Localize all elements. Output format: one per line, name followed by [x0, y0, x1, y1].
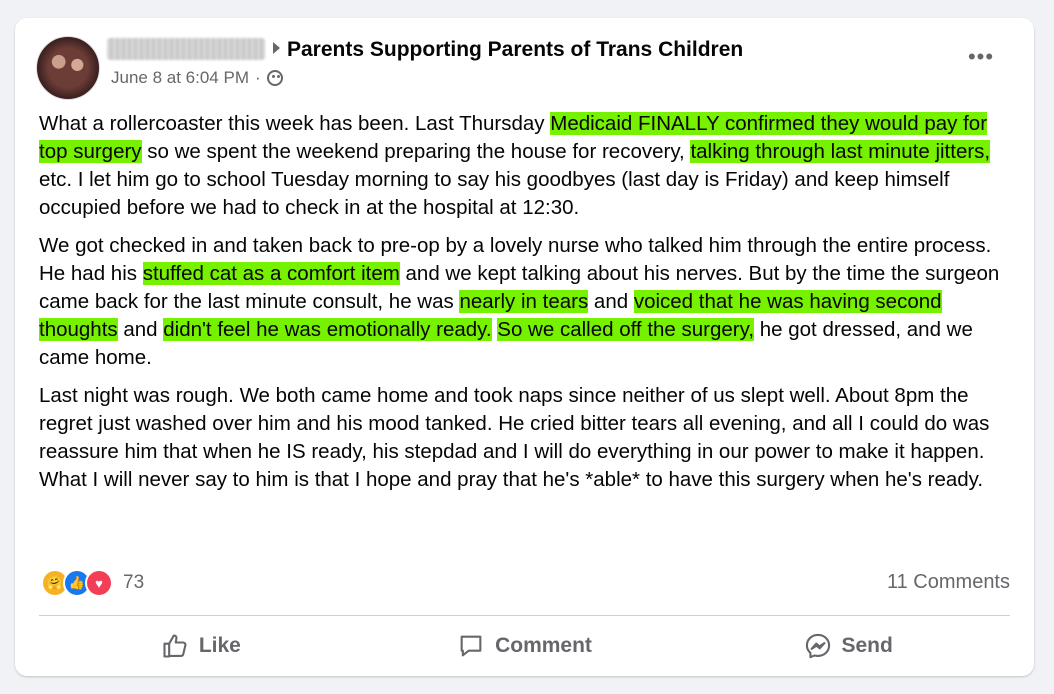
post-text: Last night was rough. We both came home …: [39, 384, 990, 491]
comments-count-link[interactable]: 11 Comments: [887, 571, 1010, 594]
post-body: What a rollercoaster this week has been.…: [39, 110, 1014, 504]
highlighted-text: didn't feel he was emotionally ready.: [163, 318, 492, 341]
author-name-redacted: [107, 38, 265, 60]
post-paragraph: What a rollercoaster this week has been.…: [39, 110, 1014, 222]
post-text: etc. I let him go to school Tuesday morn…: [39, 168, 950, 219]
highlighted-text: talking through last minute jitters,: [690, 140, 991, 163]
more-options-button[interactable]: •••: [966, 46, 996, 72]
comment-button[interactable]: Comment: [363, 624, 687, 668]
messenger-icon: [805, 633, 830, 659]
meta-separator: ·: [254, 68, 261, 87]
send-button[interactable]: Send: [686, 624, 1010, 668]
group-privacy-icon: [266, 70, 283, 86]
action-bar: Like Comment Send: [39, 624, 1010, 668]
post-text: and: [117, 318, 164, 341]
highlighted-text: nearly in tears: [459, 290, 589, 313]
reactions-summary[interactable]: 🤗 👍 ♥ 73: [41, 569, 144, 597]
post-text: What a rollercoaster this week has been.…: [39, 112, 551, 135]
post-paragraph: We got checked in and taken back to pre-…: [39, 232, 1014, 372]
divider: [39, 615, 1010, 616]
triangle-right-icon: [273, 42, 280, 54]
like-button[interactable]: Like: [39, 624, 363, 668]
like-label: Like: [198, 634, 241, 657]
send-label: Send: [841, 634, 893, 657]
thumbs-up-icon: [163, 634, 187, 658]
group-name-link[interactable]: Parents Supporting Parents of Trans Chil…: [287, 38, 743, 62]
post-timestamp[interactable]: June 8 at 6:04 PM: [111, 68, 249, 88]
comment-bubble-icon: [460, 635, 482, 657]
post-paragraph: Last night was rough. We both came home …: [39, 382, 1014, 494]
highlighted-text: So we called off the surgery,: [497, 318, 755, 341]
comment-label: Comment: [495, 634, 592, 657]
post-card: Parents Supporting Parents of Trans Chil…: [15, 18, 1034, 676]
highlighted-text: stuffed cat as a comfort item: [142, 262, 400, 285]
author-avatar[interactable]: [36, 36, 100, 100]
love-emoji-icon: ♥: [85, 569, 113, 597]
reaction-count[interactable]: 73: [123, 572, 144, 594]
post-text: and: [588, 290, 634, 313]
post-meta: June 8 at 6:04 PM ·: [111, 68, 283, 88]
post-text: so we spent the weekend preparing the ho…: [141, 140, 691, 163]
